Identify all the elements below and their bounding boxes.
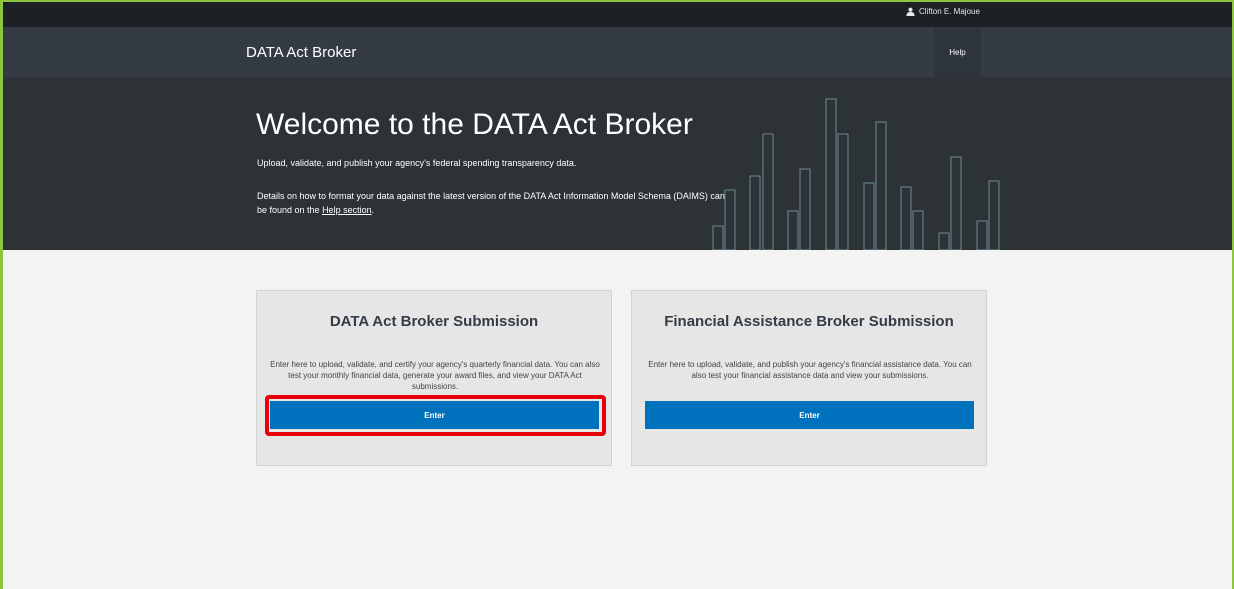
brand-title[interactable]: DATA Act Broker: [246, 44, 356, 61]
user-icon: [906, 7, 915, 16]
hero-banner: Welcome to the DATA Act Broker Upload, v…: [3, 77, 1232, 250]
card-description: Enter here to upload, validate, and publ…: [648, 360, 972, 380]
card-description: Enter here to upload, validate, and cert…: [270, 360, 600, 391]
decorative-bar-graphic: [712, 98, 1000, 250]
page-frame: Clifton E. Majoue DATA Act Broker Help W…: [0, 0, 1234, 589]
user-name: Clifton E. Majoue: [919, 7, 980, 16]
help-section-link[interactable]: Help section: [322, 205, 372, 215]
nav-help-link[interactable]: Help: [934, 27, 981, 77]
hero-details: Details on how to format your data again…: [257, 189, 737, 217]
financial-assistance-enter-button[interactable]: Enter: [645, 401, 974, 429]
hero-details-suffix: .: [371, 205, 375, 215]
card-title: DATA Act Broker Submission: [329, 313, 539, 330]
card-title: Financial Assistance Broker Submission: [664, 313, 954, 330]
hero-title: Welcome to the DATA Act Broker: [256, 108, 693, 141]
main-navbar: DATA Act Broker Help: [3, 27, 1232, 77]
data-act-enter-button[interactable]: Enter: [270, 401, 599, 429]
top-utility-bar: Clifton E. Majoue: [3, 2, 1232, 27]
hero-subtitle: Upload, validate, and publish your agenc…: [257, 158, 577, 168]
data-act-submission-card: DATA Act Broker Submission Enter here to…: [256, 290, 612, 466]
user-menu[interactable]: Clifton E. Majoue: [906, 7, 980, 16]
financial-assistance-submission-card: Financial Assistance Broker Submission E…: [631, 290, 987, 466]
